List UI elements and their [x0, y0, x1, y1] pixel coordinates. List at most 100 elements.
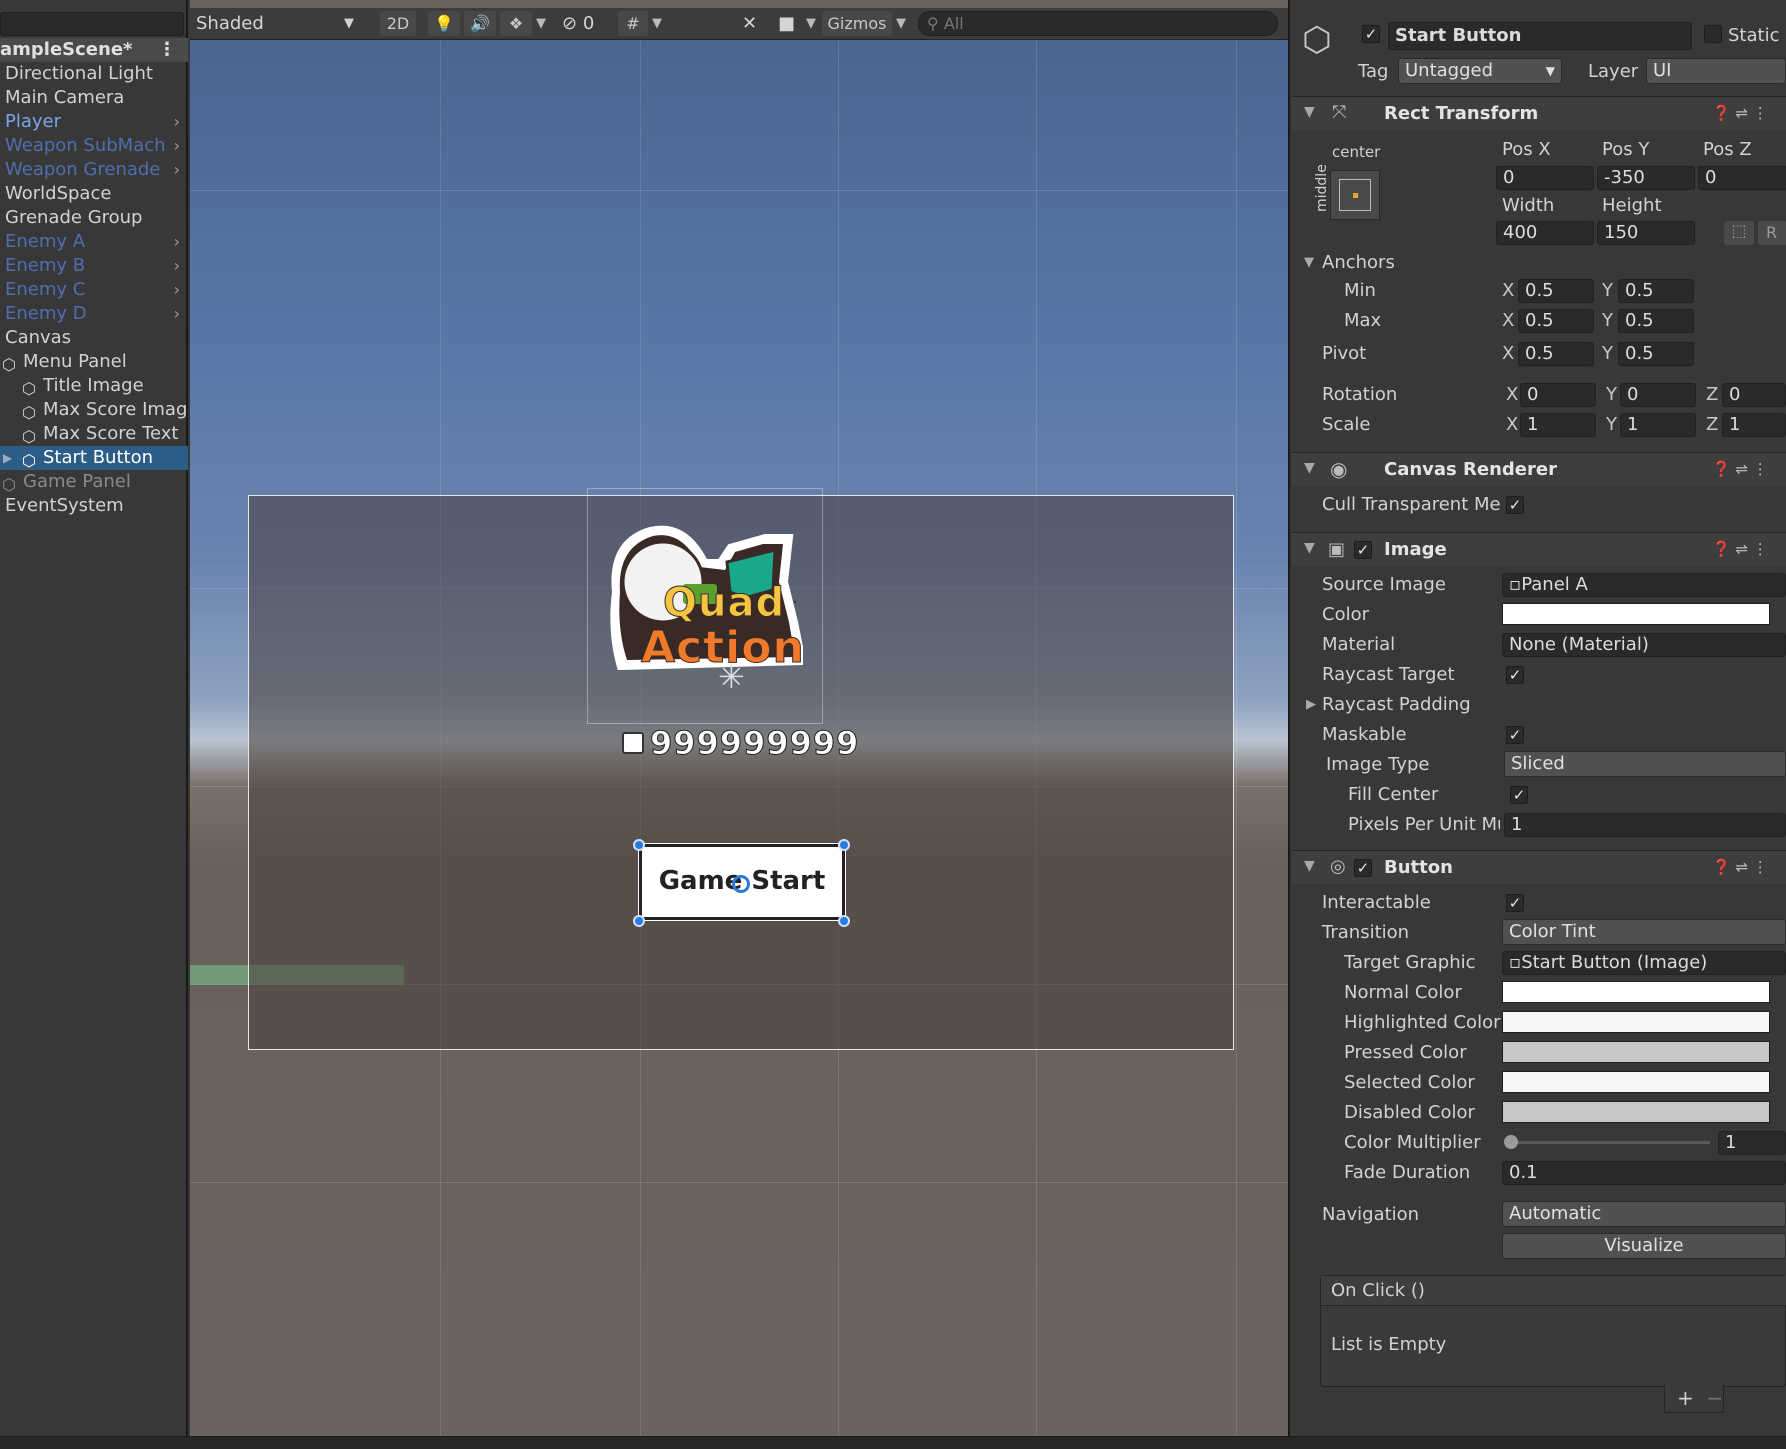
- audio-toggle-icon[interactable]: 🔊: [464, 11, 496, 36]
- rotation-z-field[interactable]: 0: [1722, 383, 1786, 407]
- button-header[interactable]: ▼ ◎ ✓ Button ❓ ⇌ ⋮: [1292, 850, 1786, 884]
- hierarchy-item[interactable]: Weapon SubMach ›: [0, 134, 188, 158]
- hierarchy-item[interactable]: Directional Light: [0, 62, 188, 86]
- posx-field[interactable]: 0: [1496, 166, 1594, 190]
- toggle-2d-button[interactable]: 2D: [380, 11, 416, 36]
- multiplier-slider-thumb[interactable]: [1504, 1135, 1518, 1149]
- effects-toggle-icon[interactable]: ❖: [500, 11, 532, 36]
- rotation-x-field[interactable]: 0: [1520, 383, 1596, 407]
- transition-dropdown[interactable]: Color Tint: [1502, 919, 1786, 945]
- color-multiplier-field[interactable]: 1: [1718, 1131, 1786, 1155]
- hierarchy-item[interactable]: EventSystem: [0, 494, 188, 518]
- anchor-min-x-field[interactable]: 0.5: [1518, 279, 1594, 303]
- resize-handle-bl[interactable]: [633, 915, 645, 927]
- rect-pivot-handle[interactable]: [732, 875, 750, 893]
- cull-transparent-checkbox[interactable]: ✓: [1506, 496, 1524, 514]
- posy-field[interactable]: -350: [1597, 166, 1695, 190]
- fade-duration-field[interactable]: 0.1: [1502, 1161, 1786, 1185]
- anchor-max-y-field[interactable]: 0.5: [1618, 309, 1694, 333]
- hierarchy-item[interactable]: Canvas: [0, 326, 188, 350]
- chevron-right-icon[interactable]: ›: [174, 302, 180, 326]
- anchor-max-x-field[interactable]: 0.5: [1518, 309, 1594, 333]
- layer-dropdown[interactable]: UI: [1646, 58, 1786, 84]
- hierarchy-item[interactable]: Enemy A ›: [0, 230, 188, 254]
- pressed-color-swatch[interactable]: [1502, 1041, 1770, 1063]
- scale-x-field[interactable]: 1: [1520, 413, 1596, 437]
- interactable-checkbox[interactable]: ✓: [1506, 894, 1524, 912]
- image-color-swatch[interactable]: [1502, 603, 1770, 625]
- static-checkbox[interactable]: [1704, 25, 1722, 43]
- chevron-right-icon[interactable]: ›: [174, 230, 180, 254]
- chevron-right-icon[interactable]: ›: [174, 134, 180, 158]
- highlighted-color-swatch[interactable]: [1502, 1011, 1770, 1033]
- pixels-per-unit-field[interactable]: 1: [1504, 813, 1786, 837]
- normal-color-swatch[interactable]: [1502, 981, 1770, 1003]
- kebab-menu-icon[interactable]: ⋮: [158, 38, 176, 62]
- hierarchy-item[interactable]: Player ›: [0, 110, 188, 134]
- navigation-dropdown[interactable]: Automatic: [1502, 1201, 1786, 1227]
- button-enabled-checkbox[interactable]: ✓: [1354, 859, 1372, 877]
- pivot-y-field[interactable]: 0.5: [1618, 342, 1694, 366]
- resize-handle-tl[interactable]: [633, 839, 645, 851]
- source-image-field[interactable]: ▫Panel A: [1502, 573, 1786, 597]
- shading-mode-dropdown[interactable]: Shaded ▼: [196, 8, 358, 39]
- canvas-renderer-header[interactable]: ▼ ◉ Canvas Renderer ❓ ⇌ ⋮: [1292, 452, 1786, 486]
- effects-dropdown-icon[interactable]: ▼: [536, 8, 552, 39]
- hierarchy-item[interactable]: Enemy C ›: [0, 278, 188, 302]
- camera-icon[interactable]: ■: [778, 8, 804, 39]
- height-field[interactable]: 150: [1597, 221, 1695, 245]
- component-help-icon[interactable]: ❓ ⇌ ⋮: [1712, 540, 1768, 558]
- hierarchy-item[interactable]: ⬡ Max Score Imag: [0, 398, 188, 422]
- gizmos-dropdown-icon[interactable]: ▼: [896, 8, 912, 39]
- add-event-button[interactable]: +: [1677, 1386, 1694, 1410]
- image-header[interactable]: ▼ ▣ ✓ Image ❓ ⇌ ⋮: [1292, 532, 1786, 566]
- maskable-checkbox[interactable]: ✓: [1506, 726, 1524, 744]
- resize-handle-br[interactable]: [838, 915, 850, 927]
- tools-icon[interactable]: ✕: [742, 8, 768, 39]
- expand-triangle-icon[interactable]: ▶: [1306, 693, 1316, 717]
- image-enabled-checkbox[interactable]: ✓: [1354, 541, 1372, 559]
- raw-edit-button[interactable]: R: [1758, 221, 1786, 245]
- hierarchy-search-field[interactable]: [0, 12, 184, 36]
- raycast-target-checkbox[interactable]: ✓: [1506, 666, 1524, 684]
- hierarchy-item[interactable]: Main Camera: [0, 86, 188, 110]
- object-name-field[interactable]: Start Button: [1388, 22, 1692, 50]
- anchors-triangle-icon[interactable]: ▼: [1304, 251, 1314, 275]
- rect-transform-header[interactable]: ▼ ⤧ Rect Transform ❓ ⇌ ⋮: [1292, 96, 1786, 130]
- chevron-right-icon[interactable]: ›: [174, 158, 180, 182]
- multiplier-slider-track[interactable]: [1504, 1141, 1710, 1144]
- grid-dropdown-icon[interactable]: ▼: [652, 8, 668, 39]
- hierarchy-item[interactable]: Enemy D ›: [0, 302, 188, 326]
- target-graphic-field[interactable]: ▫Start Button (Image): [1502, 951, 1786, 975]
- fill-center-checkbox[interactable]: ✓: [1510, 786, 1528, 804]
- chevron-right-icon[interactable]: ›: [174, 278, 180, 302]
- chevron-right-icon[interactable]: ›: [174, 254, 180, 278]
- component-help-icon[interactable]: ❓ ⇌ ⋮: [1712, 104, 1768, 122]
- image-type-dropdown[interactable]: Sliced: [1504, 751, 1786, 777]
- resize-handle-tr[interactable]: [838, 839, 850, 851]
- anchor-min-y-field[interactable]: 0.5: [1618, 279, 1694, 303]
- chevron-right-icon[interactable]: ›: [174, 110, 180, 134]
- gizmos-button[interactable]: Gizmos: [822, 11, 892, 36]
- blueprint-mode-icon[interactable]: ⬚: [1724, 221, 1754, 245]
- anchor-preset-button[interactable]: [1330, 170, 1380, 220]
- hierarchy-item[interactable]: ⬡ Menu Panel: [0, 350, 188, 374]
- scale-z-field[interactable]: 1: [1722, 413, 1786, 437]
- hierarchy-item[interactable]: ⬡ Title Image: [0, 374, 188, 398]
- hierarchy-item[interactable]: Weapon Grenade ›: [0, 158, 188, 182]
- grid-toggle-icon[interactable]: #: [618, 11, 648, 36]
- hierarchy-item[interactable]: Enemy B ›: [0, 254, 188, 278]
- expand-triangle-icon[interactable]: ▶: [3, 446, 12, 470]
- hierarchy-item[interactable]: ⬡ Game Panel: [0, 470, 188, 494]
- scene-viewport[interactable]: Quad Action ✳ 999999999 Game Start: [190, 40, 1288, 1440]
- posz-field[interactable]: 0: [1698, 166, 1786, 190]
- hierarchy-item[interactable]: ⬡ Max Score Text: [0, 422, 188, 446]
- pivot-x-field[interactable]: 0.5: [1518, 342, 1594, 366]
- tag-dropdown[interactable]: Untagged ▼: [1398, 58, 1562, 84]
- hidden-objects-toggle[interactable]: ⊘ 0: [562, 8, 612, 39]
- scene-header[interactable]: ampleScene* ⋮: [0, 38, 188, 62]
- width-field[interactable]: 400: [1496, 221, 1594, 245]
- lighting-toggle-icon[interactable]: 💡: [428, 11, 460, 36]
- remove-event-button[interactable]: −: [1706, 1386, 1723, 1410]
- hierarchy-item[interactable]: ⬡ ▶ Start Button: [0, 446, 188, 470]
